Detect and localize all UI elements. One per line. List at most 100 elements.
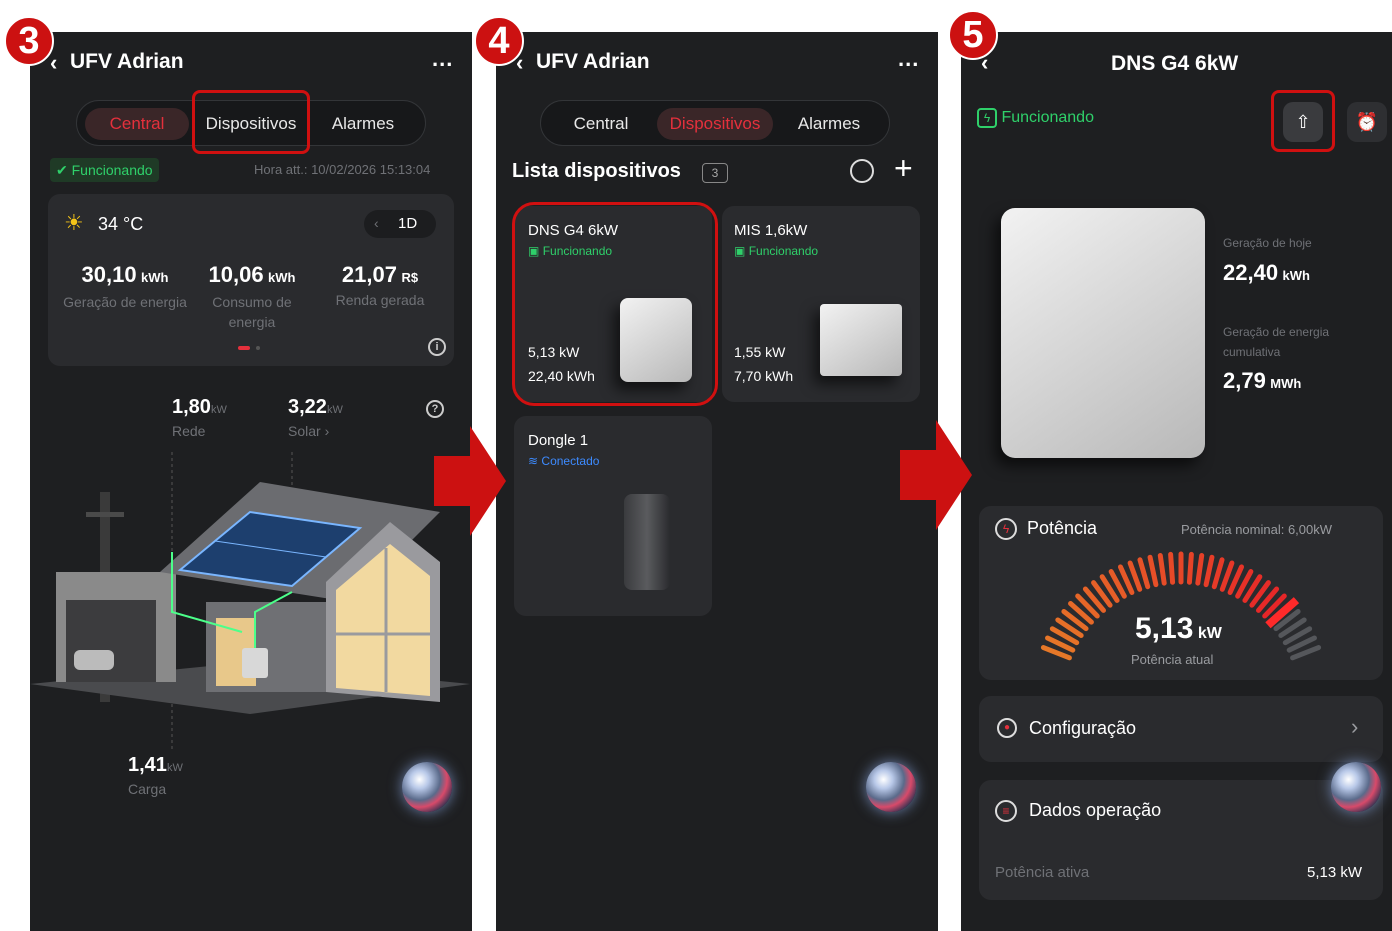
assistant-bubble-icon[interactable] bbox=[1331, 762, 1381, 812]
metric-label: Geração de energia bbox=[63, 294, 187, 310]
power-card: ϟ Potência Potência nominal: 6,00kW 5,13… bbox=[979, 506, 1383, 680]
operation-data-title: Dados operação bbox=[1029, 800, 1162, 820]
gauge-tick bbox=[1203, 554, 1215, 588]
device-status: ≋ Conectado bbox=[528, 454, 599, 468]
tab-central[interactable]: Central bbox=[549, 108, 653, 140]
metric-value: 21,07 bbox=[341, 262, 397, 287]
gauge-tick bbox=[1157, 552, 1167, 586]
page-title: DNS G4 6kW bbox=[1111, 52, 1239, 75]
device-status-label: Funcionando bbox=[542, 244, 613, 258]
flow-unit: kW bbox=[326, 404, 343, 416]
gauge-tick bbox=[1195, 552, 1205, 586]
metric-value: 30,10 bbox=[81, 262, 137, 287]
flow-unit: kW bbox=[166, 762, 183, 774]
flow-solar[interactable]: 3,22kW Solar › bbox=[288, 396, 343, 439]
info-icon[interactable]: i bbox=[428, 338, 446, 356]
status-label: Funcionando bbox=[1001, 109, 1094, 126]
gauge-tick bbox=[1137, 557, 1151, 590]
status-badge: ✔ Funcionando bbox=[50, 158, 159, 182]
cumulative-generation: 2,79 MWh bbox=[1223, 368, 1301, 394]
arrow-right-icon bbox=[900, 420, 972, 530]
device-status-label: Funcionando bbox=[748, 244, 819, 258]
tab-dispositivos[interactable]: Dispositivos bbox=[195, 108, 307, 140]
device-energy: 7,70 kWh bbox=[734, 368, 794, 384]
flow-label: Carga bbox=[128, 781, 167, 797]
flow-label: Rede bbox=[172, 423, 206, 439]
metric-unit: kWh bbox=[141, 270, 169, 285]
device-name: MIS 1,6kW bbox=[734, 222, 808, 239]
device-energy: 22,40 kWh bbox=[528, 368, 595, 384]
cumulative-label: Geração de energia cumulativa bbox=[1223, 325, 1330, 359]
device-count: 3 bbox=[702, 163, 728, 183]
metric-unit: R$ bbox=[401, 270, 419, 285]
device-card-dns[interactable]: DNS G4 6kW ▣ Funcionando 5,13 kW 22,40 k… bbox=[514, 206, 712, 402]
today-generation: 22,40 kWh bbox=[1223, 260, 1310, 286]
check-icon: ✔ bbox=[56, 162, 68, 178]
inverter-image bbox=[620, 298, 692, 382]
back-icon[interactable]: ‹ bbox=[50, 50, 57, 76]
period-value: 1D bbox=[398, 215, 418, 232]
page-title: UFV Adrian bbox=[70, 50, 184, 73]
device-card-dongle[interactable]: Dongle 1 ≋ Conectado bbox=[514, 416, 712, 616]
alarm-icon[interactable]: ⏰ bbox=[1347, 102, 1387, 142]
help-icon[interactable]: ? bbox=[426, 400, 444, 418]
scan-icon[interactable] bbox=[850, 159, 874, 183]
update-time: Hora att.: 10/02/2026 15:13:04 bbox=[254, 162, 431, 177]
device-status: ▣ Funcionando bbox=[528, 244, 612, 258]
house-illustration bbox=[30, 452, 470, 752]
arrow-right-icon bbox=[434, 426, 506, 536]
configuration-row[interactable]: ● Configuração › bbox=[979, 696, 1383, 762]
dongle-image bbox=[624, 494, 670, 590]
gauge-tick bbox=[1127, 560, 1143, 592]
metric-label: Consumo de energia bbox=[212, 294, 292, 330]
status-dot-icon: ▣ bbox=[528, 244, 540, 258]
current-power-unit: kW bbox=[1197, 625, 1222, 642]
assistant-bubble-icon[interactable] bbox=[402, 762, 452, 812]
screen-device-detail: ‹ DNS G4 6kW ϟ Funcionando ⇧ ⏰ Geração d… bbox=[961, 32, 1392, 931]
metric-value: 10,06 bbox=[208, 262, 264, 287]
gauge-tick bbox=[1219, 560, 1235, 592]
chevron-right-icon: › bbox=[1351, 714, 1359, 739]
metric-income: 21,07 R$ Renda gerada bbox=[316, 262, 444, 308]
screen-dispositivos: ‹ UFV Adrian ... Central Dispositivos Al… bbox=[496, 32, 938, 931]
more-icon[interactable]: ... bbox=[898, 46, 919, 72]
tab-dispositivos[interactable]: Dispositivos bbox=[657, 108, 773, 140]
device-status: ▣ Funcionando bbox=[734, 244, 818, 258]
more-icon[interactable]: ... bbox=[432, 46, 453, 72]
status-badge: ϟ Funcionando bbox=[977, 108, 1094, 128]
flow-label: Solar › bbox=[288, 423, 330, 439]
tab-bar: Central Dispositivos Alarmes bbox=[76, 100, 426, 146]
cumulative-unit: MWh bbox=[1270, 376, 1302, 391]
current-power: 5,13 kW bbox=[1135, 612, 1222, 646]
gauge-tick bbox=[1211, 557, 1225, 590]
tab-central[interactable]: Central bbox=[85, 108, 189, 140]
chevron-left-icon[interactable]: ‹ bbox=[374, 215, 379, 231]
metric-label: Renda gerada bbox=[335, 292, 425, 308]
active-power-label: Potência ativa bbox=[995, 864, 1090, 881]
add-icon[interactable]: + bbox=[894, 150, 913, 186]
today-value: 22,40 bbox=[1223, 260, 1279, 285]
device-power: 1,55 kW bbox=[734, 344, 786, 360]
settings-icon: ● bbox=[997, 718, 1017, 738]
data-icon: ≡ bbox=[995, 800, 1017, 822]
tab-alarmes[interactable]: Alarmes bbox=[313, 108, 413, 140]
gauge-tick bbox=[1168, 551, 1176, 585]
flow-value: 1,80 bbox=[172, 396, 211, 418]
sun-icon: ☀ bbox=[64, 210, 84, 235]
tab-alarmes[interactable]: Alarmes bbox=[777, 108, 881, 140]
flow-unit: kW bbox=[210, 404, 227, 416]
period-selector[interactable]: ‹ 1D bbox=[364, 210, 436, 238]
flow-value: 3,22 bbox=[288, 396, 327, 418]
page-title: UFV Adrian bbox=[536, 50, 650, 73]
gauge-tick bbox=[1186, 551, 1194, 585]
active-power-value: 5,13 kW bbox=[1307, 864, 1363, 881]
device-status-label: Conectado bbox=[541, 454, 600, 468]
device-card-mis[interactable]: MIS 1,6kW ▣ Funcionando 1,55 kW 7,70 kWh bbox=[722, 206, 920, 402]
current-power-label: Potência atual bbox=[1131, 652, 1214, 667]
gauge-tick bbox=[1147, 554, 1159, 588]
upload-icon[interactable]: ⇧ bbox=[1283, 102, 1323, 142]
today-label: Geração de hoje bbox=[1223, 236, 1312, 250]
assistant-bubble-icon[interactable] bbox=[866, 762, 916, 812]
current-power-value: 5,13 bbox=[1135, 612, 1194, 645]
device-name: DNS G4 6kW bbox=[528, 222, 619, 239]
